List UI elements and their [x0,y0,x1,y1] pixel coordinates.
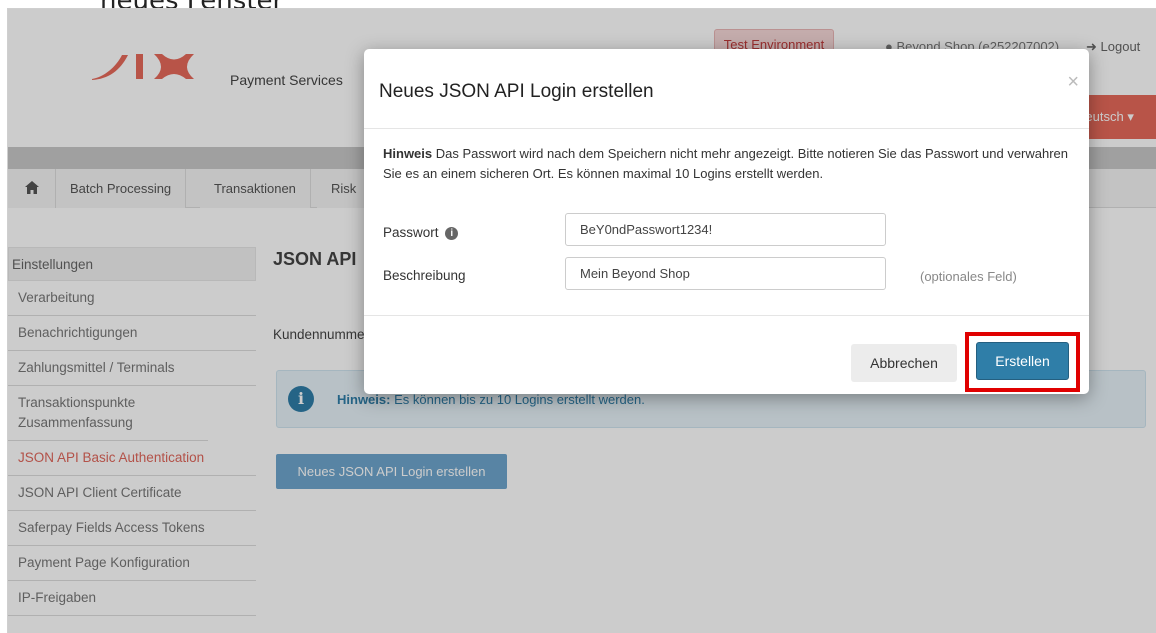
create-button[interactable]: Erstellen [976,342,1069,380]
dialog-hint: Hinweis Das Passwort wird nach dem Speic… [383,144,1073,184]
description-label: Beschreibung [383,268,466,283]
password-field[interactable] [565,213,886,246]
description-field[interactable] [565,257,886,290]
dialog-footer-divider [364,315,1089,316]
optional-field-hint: (optionales Feld) [920,269,1017,284]
dialog-title: Neues JSON API Login erstellen [379,81,654,102]
dialog-divider [364,128,1089,129]
hint-text: Das Passwort wird nach dem Speichern nic… [383,146,1069,181]
create-login-dialog: Neues JSON API Login erstellen × Hinweis… [364,49,1089,394]
password-label-text: Passwort [383,225,439,240]
app-window: Payment Services Test Environment ● Beyo… [7,8,1156,633]
close-icon[interactable]: × [1067,71,1079,94]
cancel-button[interactable]: Abbrechen [851,344,957,382]
highlight-box: Erstellen [965,332,1080,392]
hint-label: Hinweis [383,146,433,161]
password-label: Passwort i [383,225,459,240]
info-circle-icon[interactable]: i [445,226,459,240]
